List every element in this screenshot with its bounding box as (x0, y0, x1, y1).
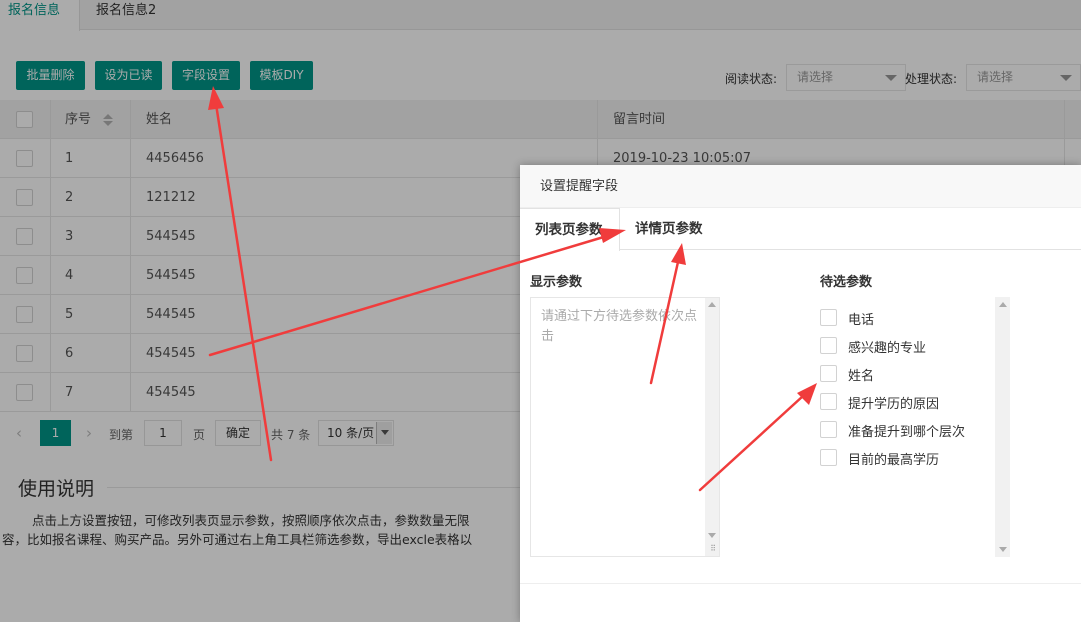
option-checkbox[interactable] (820, 365, 837, 382)
option-checkbox[interactable] (820, 393, 837, 410)
option-label: 目前的最高学历 (848, 453, 940, 468)
option-checkbox[interactable] (820, 421, 837, 438)
display-params-placeholder: 请通过下方待选参数依次点击 (541, 309, 698, 344)
option-label: 准备提升到哪个层次 (848, 425, 966, 440)
tab-list-params[interactable]: 列表页参数 (520, 208, 620, 251)
dialog-footer-divider (520, 583, 1081, 584)
resize-handle-icon[interactable]: ⠿ (710, 544, 716, 553)
candidate-params-title: 待选参数 (820, 275, 873, 290)
tab-detail-params[interactable]: 详情页参数 (635, 208, 703, 250)
dialog-title: 设置提醒字段 (520, 165, 1081, 208)
field-settings-dialog: 设置提醒字段 列表页参数 详情页参数 显示参数 请通过下方待选参数依次点击 ⠿ … (520, 165, 1081, 622)
option-label: 姓名 (848, 369, 875, 384)
option-label: 提升学历的原因 (848, 397, 940, 412)
option-label: 电话 (848, 313, 875, 328)
display-params-textarea[interactable]: 请通过下方待选参数依次点击 ⠿ (530, 297, 720, 557)
candidate-list-scrollbar[interactable] (995, 297, 1010, 557)
option-label: 感兴趣的专业 (848, 341, 927, 356)
dialog-tab-bar: 列表页参数 详情页参数 (520, 208, 1081, 251)
option-checkbox[interactable] (820, 309, 837, 326)
option-checkbox[interactable] (820, 337, 837, 354)
option-checkbox[interactable] (820, 449, 837, 466)
display-params-title: 显示参数 (530, 275, 583, 290)
candidate-params-list: 电话 感兴趣的专业 姓名 提升学历的原因 准备提升到哪个层次 目前的最高学历 (810, 297, 1010, 557)
textarea-scrollbar[interactable] (705, 298, 719, 556)
